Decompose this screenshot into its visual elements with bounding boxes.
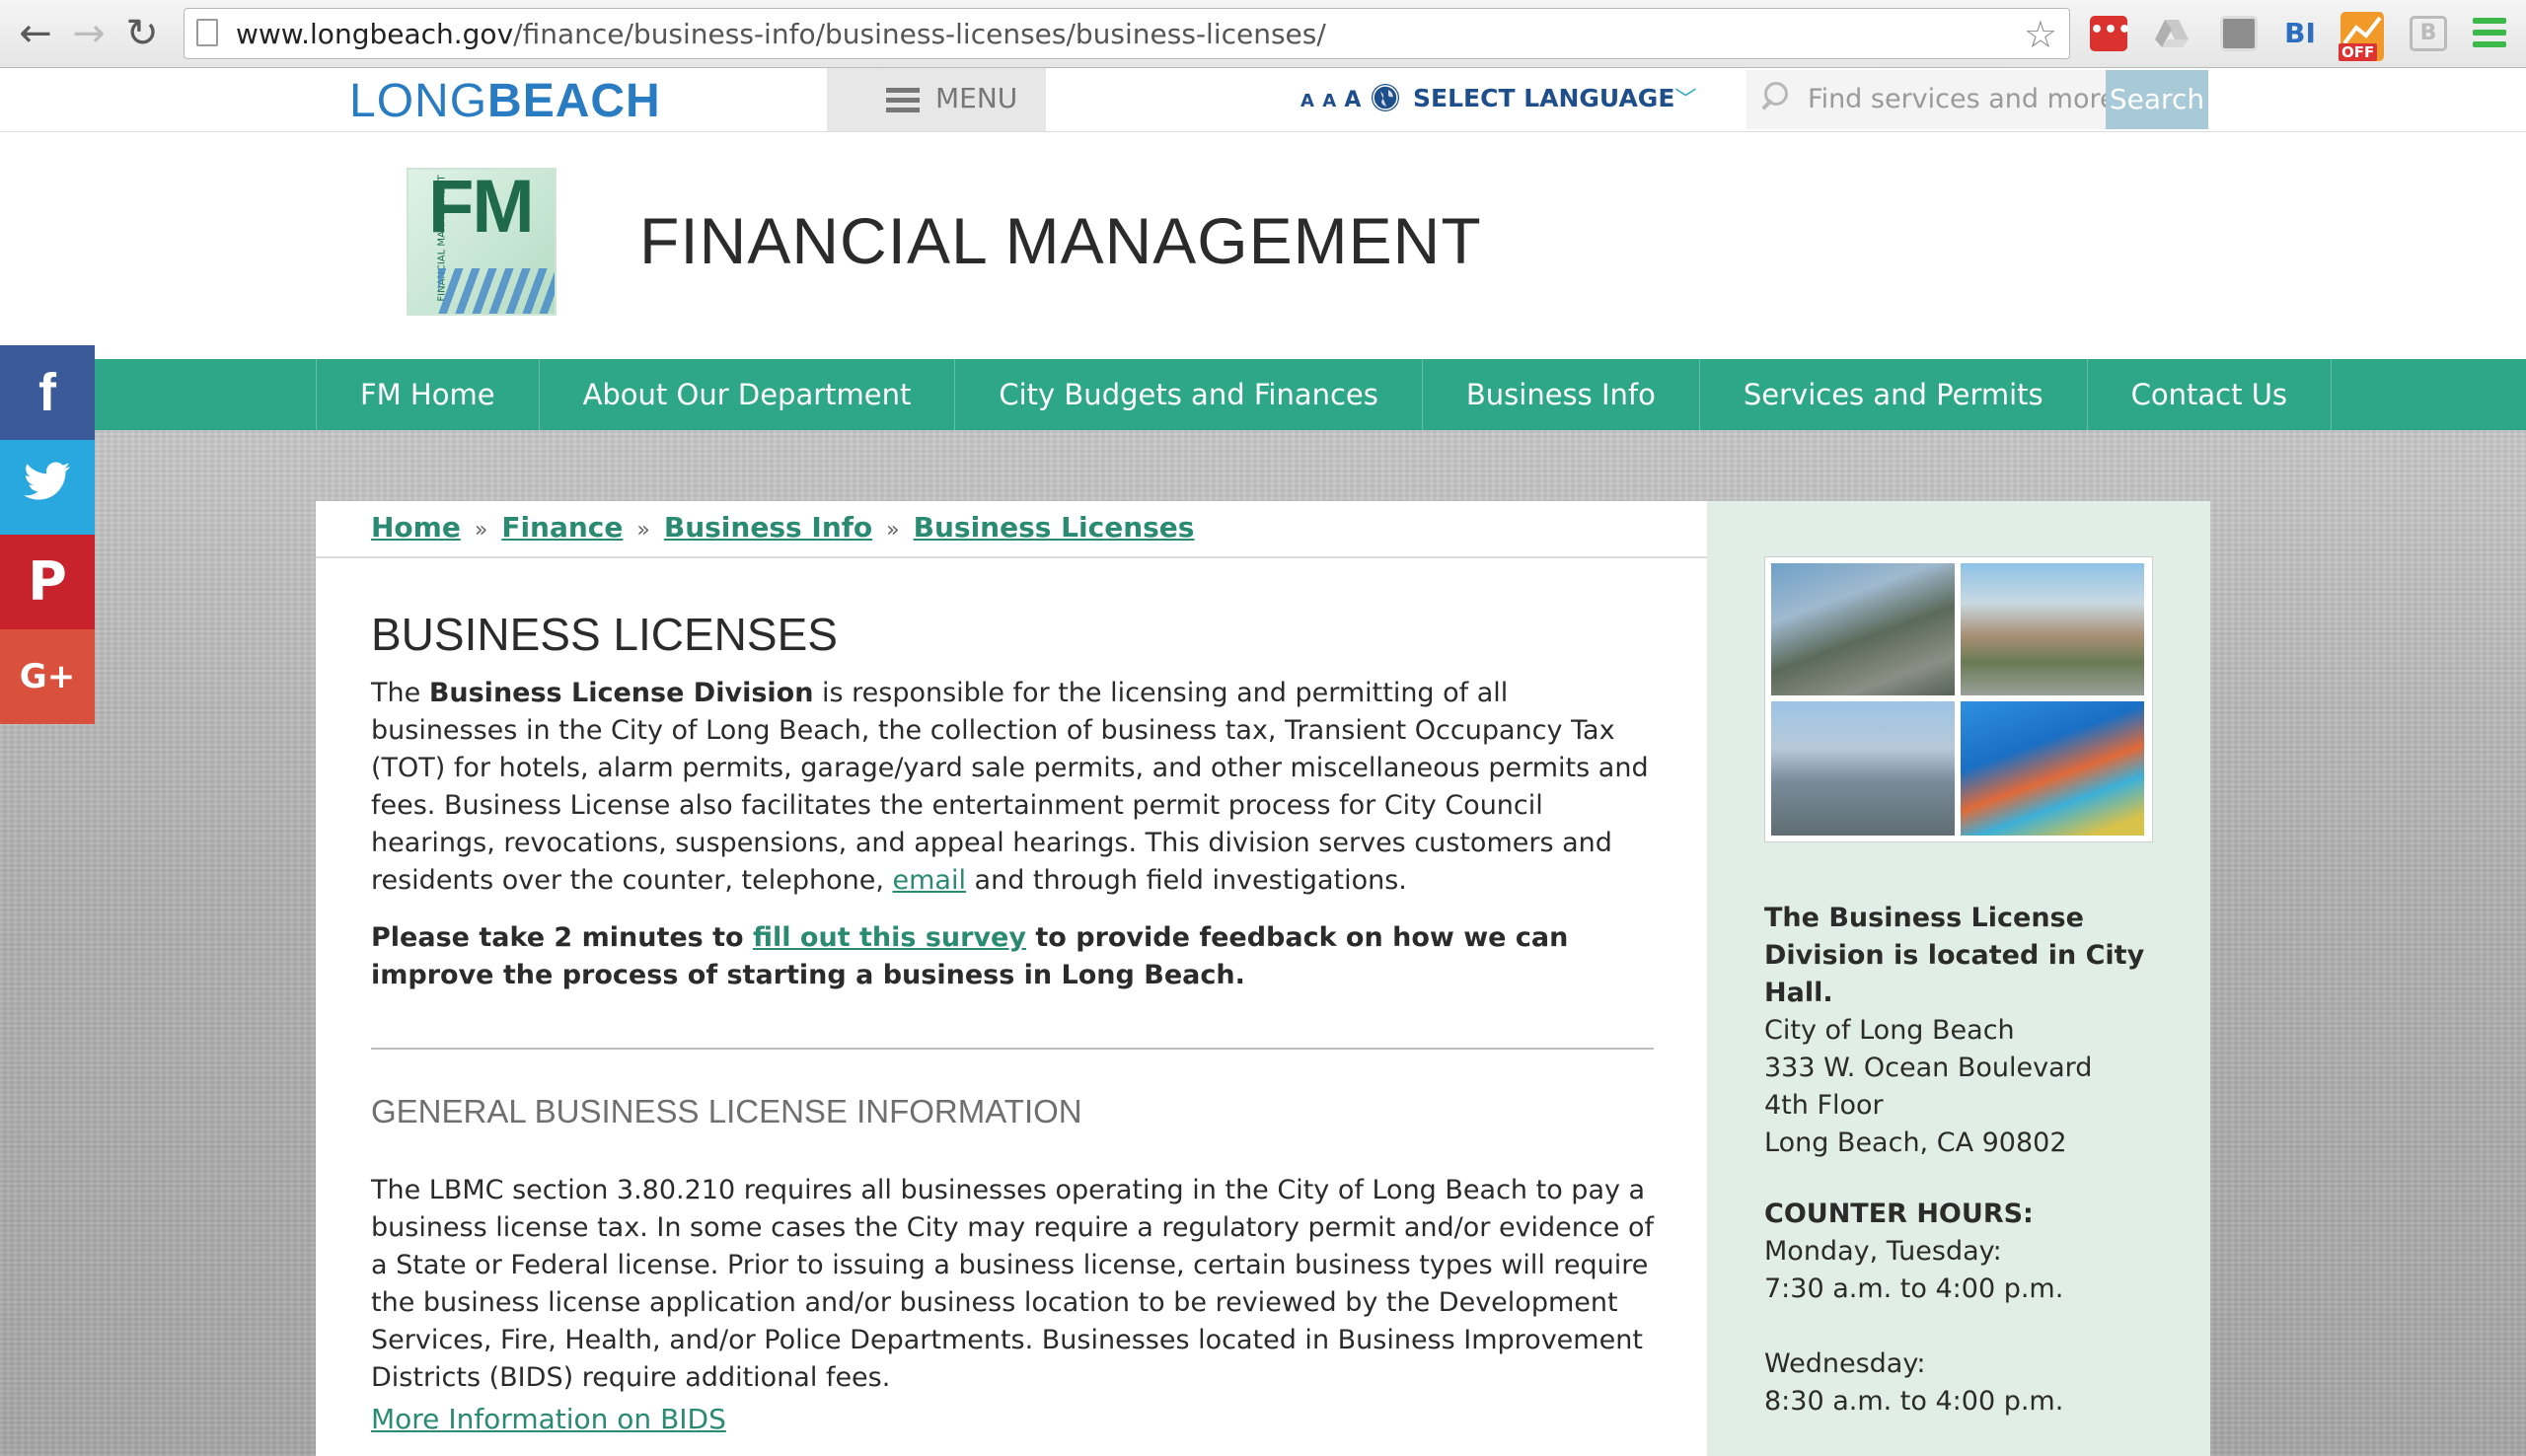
hours-days: Monday, Tuesday: [1764,1236,2002,1267]
extension-lastpass-icon[interactable]: ••• [2090,16,2131,51]
pinterest-icon: P [28,550,67,613]
nav-about-our-department[interactable]: About Our Department [540,359,956,430]
url-path: /finance/business-info/business-licenses… [513,18,1326,50]
forward-arrow-icon[interactable]: → [67,12,111,55]
twitter-icon [24,462,70,500]
text-size-control[interactable]: A A A [1300,88,1362,112]
fm-logo[interactable]: FM FINANCIAL MANAGEMENT [407,168,557,316]
survey-paragraph: Please take 2 minutes to fill out this s… [371,919,1654,994]
breadcrumb-separator: » [636,518,650,543]
breadcrumb-separator: » [886,518,900,543]
breadcrumb-business-licenses[interactable]: Business Licenses [914,511,1195,544]
general-info-paragraph: The LBMC section 3.80.210 requires all b… [371,1175,1654,1393]
breadcrumb-separator: » [474,518,488,543]
sidebar: The Business License Division is located… [1707,501,2210,1456]
address-bar[interactable]: www.longbeach.gov/finance/business-info/… [184,8,2070,59]
select-language-dropdown[interactable]: SELECT LANGUAGE﹀ [1413,82,1696,113]
site-search-input[interactable]: Find services and more [1746,70,2117,129]
extension-b-icon[interactable]: B [2410,16,2447,51]
breadcrumb-finance[interactable]: Finance [501,511,623,544]
nav-contact-us[interactable]: Contact Us [2088,359,2333,430]
address-url[interactable]: www.longbeach.gov/finance/business-info/… [236,18,1326,50]
intro-paragraph: The Business License Division is respons… [371,675,1654,900]
section-divider [371,1048,1654,1050]
department-title: FINANCIAL MANAGEMENT [639,204,1482,277]
search-placeholder: Find services and more [1808,84,2117,114]
main-content: Home » Finance » Business Info » Business Lice… [316,501,1707,1456]
address-line: 4th Floor [1764,1090,1884,1121]
globe-icon [1372,84,1399,111]
fm-logo-bars [438,268,555,314]
survey-text-start: Please take 2 minutes to [371,922,753,953]
location-info: The Business License Division is located… [1764,900,2179,1162]
counter-hours: COUNTER HOURS: Monday, Tuesday: 7:30 a.m… [1764,1196,2179,1420]
select-language-label: SELECT LANGUAGE [1413,84,1675,112]
counter-hours-heading: COUNTER HOURS: [1764,1199,2034,1229]
chevron-down-icon: ﹀ [1674,88,1697,112]
collage-photo [1961,701,2144,836]
address-line: Long Beach, CA 90802 [1764,1128,2067,1158]
general-info-heading: GENERAL BUSINESS LICENSE INFORMATION [371,1093,1082,1129]
nav-business-info[interactable]: Business Info [1423,359,1700,430]
department-banner: FM FINANCIAL MANAGEMENT FINANCIAL MANAGE… [0,132,2526,359]
back-arrow-icon[interactable]: ← [14,12,57,55]
search-icon [1764,82,1788,106]
extension-gray-icon[interactable] [2220,16,2258,51]
intro-text-start: The [371,678,429,708]
location-heading: The Business License Division is located… [1764,903,2145,1008]
browser-toolbar: ← → ↻ www.longbeach.gov/finance/business… [0,0,2526,68]
collage-photo [1771,563,1955,695]
chrome-menu-icon[interactable] [2473,18,2506,49]
intro-text-end: and through field investigations. [965,865,1407,896]
bids-info-link[interactable]: More Information on BIDS [371,1403,726,1435]
survey-link[interactable]: fill out this survey [753,922,1026,953]
twitter-share-button[interactable] [0,440,95,535]
search-button[interactable]: Search [2106,70,2208,129]
bookmark-star-icon[interactable]: ☆ [2024,13,2057,56]
long-beach-photo-collage [1764,556,2153,842]
hamburger-icon [886,88,920,113]
facebook-icon: f [38,363,56,422]
extension-chart-off-icon[interactable]: OFF [2339,12,2384,61]
text-size-small[interactable]: A A [1300,91,1337,111]
extension-drive-icon[interactable] [2153,16,2191,51]
text-size-large[interactable]: A [1344,88,1362,112]
nav-services-and-permits[interactable]: Services and Permits [1700,359,2088,430]
extension-off-badge: OFF [2339,43,2378,61]
googleplus-share-button[interactable]: G+ [0,629,95,724]
department-nav: FM Home About Our Department City Budget… [0,359,2526,430]
menu-label: MENU [935,82,1018,114]
site-header: LONGBEACH MENU A A A SELECT LANGUAGE﹀ Fi… [0,68,2526,132]
hours-days: Wednesday: [1764,1348,1926,1379]
googleplus-icon: G+ [19,657,76,696]
page-title: BUSINESS LICENSES [371,609,838,660]
hours-time: 7:30 a.m. to 4:00 p.m. [1764,1274,2064,1304]
intro-bold-division: Business License Division [428,678,814,708]
reload-icon[interactable]: ↻ [120,12,164,55]
facebook-share-button[interactable]: f [0,345,95,440]
breadcrumb-business-info[interactable]: Business Info [664,511,872,544]
collage-photo [1961,563,2144,695]
breadcrumb: Home » Finance » Business Info » Business Lice… [316,501,1707,558]
address-line: 333 W. Ocean Boulevard [1764,1053,2093,1083]
pinterest-share-button[interactable]: P [0,535,95,629]
long-beach-logo[interactable]: LONGBEACH [349,74,661,128]
page-icon [196,19,218,46]
logo-part-long: LONG [349,75,488,127]
extension-bi-icon[interactable]: BI [2281,16,2319,51]
collage-photo [1771,701,1955,836]
intro-text-body: is responsible for the licensing and per… [371,678,1649,896]
nav-fm-home[interactable]: FM Home [317,359,540,430]
address-line: City of Long Beach [1764,1015,2015,1046]
menu-button[interactable]: MENU [805,68,1046,131]
email-link[interactable]: email [893,865,966,896]
nav-city-budgets-and-finances[interactable]: City Budgets and Finances [955,359,1423,430]
logo-part-beach: BEACH [487,75,661,127]
hours-time: 8:30 a.m. to 4:00 p.m. [1764,1386,2064,1417]
url-domain: www.longbeach.gov [236,18,514,50]
breadcrumb-home[interactable]: Home [371,511,461,544]
